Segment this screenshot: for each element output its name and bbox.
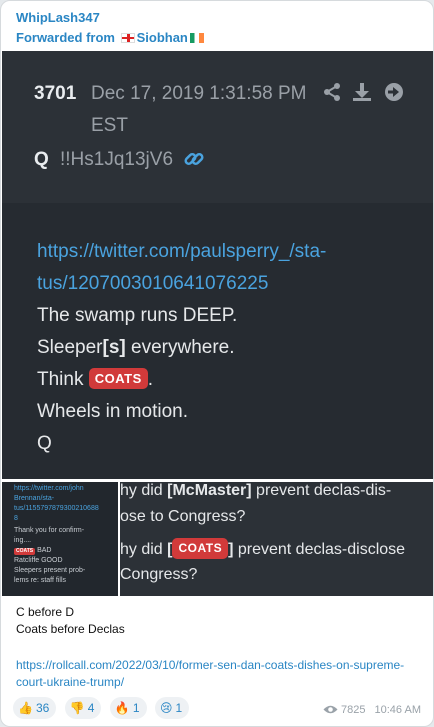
post-number: 3701 [34, 83, 77, 104]
thumbs-up-icon: 👍 [18, 701, 33, 715]
post-line-think: Think COATS. [37, 364, 417, 396]
england-flag-icon [120, 33, 135, 43]
reactions-bar: 👍 36 👎 4 🔥 1 😢 1 [13, 697, 193, 719]
thumb-line-9: Sleepers present prob- [14, 567, 86, 574]
reaction-thumbs-up[interactable]: 👍 36 [13, 697, 57, 719]
second-screenshot-image[interactable]: hy did [McMaster] prevent declas-dis- os… [120, 482, 433, 596]
coats-badge: COATS [88, 368, 148, 389]
message-header: WhipLash347 Forwarded from Siobhan [16, 9, 206, 46]
post-link-line2: tus/1207003010641076225 [37, 273, 269, 294]
forwarded-name: Siobhan [136, 30, 188, 45]
download-icon [353, 83, 371, 101]
eye-icon [323, 705, 338, 714]
mid-line-4: Congress? [120, 566, 198, 583]
mid-l3e: prevent declas-disclose [233, 541, 406, 558]
reaction-thumbs-down[interactable]: 👎 4 [64, 697, 102, 719]
mid-line-2: ose to Congress? [120, 508, 246, 525]
thumb-line-10: lems re: staff fills [14, 577, 66, 584]
sleeper-a: Sleeper [37, 337, 103, 358]
post-line-sleeper: Sleeper[s] everywhere. [37, 332, 417, 364]
view-count: 7825 [340, 704, 366, 716]
caption-line-1: C before D [16, 605, 75, 619]
crying-face-icon: 😢 [159, 701, 173, 715]
think-end: . [147, 369, 154, 390]
message-bubble: WhipLash347 Forwarded from Siobhan 3701 … [0, 0, 434, 727]
post-line-q: Q [37, 433, 52, 454]
post-screenshot-image[interactable]: 3701 Dec 17, 2019 1:31:58 PM EST Q !!Hs1… [2, 51, 433, 479]
message-meta: 7825 10:46 AM [323, 704, 421, 716]
mid-line-1: hy did [McMaster] prevent declas-dis- [120, 482, 391, 500]
thumb-link-2: Brennan/sta- [14, 495, 55, 502]
mid-l3a: hy did [120, 541, 168, 558]
mid-l1b: [McMaster] [167, 482, 252, 499]
thumb-link-1: https://twitter.com/john [14, 485, 84, 492]
post-body: https://twitter.com/paulsperry_/sta- tus… [37, 236, 417, 460]
post-line-swamp: The swamp runs DEEP. [37, 305, 238, 326]
thumbnail-image[interactable]: https://twitter.com/john Brennan/sta- tu… [2, 482, 118, 596]
reaction-count: 1 [175, 701, 183, 715]
link-icon [184, 152, 204, 166]
caption-line-2: Coats before Declas [16, 622, 125, 636]
thumb-line-5: Thank you for confirm- [14, 527, 85, 534]
thumb-line-8: Ratcliffe GOOD [14, 557, 63, 564]
mid-coats-badge: COATS [172, 538, 229, 559]
reaction-count: 4 [87, 701, 95, 715]
think-text: Think [37, 369, 89, 390]
post-timezone: EST [91, 115, 128, 136]
reaction-count: 1 [132, 701, 140, 715]
message-time: 10:46 AM [374, 704, 421, 716]
sleeper-c: everywhere. [125, 337, 235, 358]
post-link-line1: https://twitter.com/paulsperry_/sta- [37, 241, 327, 262]
sender-name[interactable]: WhipLash347 [16, 9, 206, 26]
sleeper-b: [s] [102, 337, 126, 358]
thumbnail-text: https://twitter.com/john Brennan/sta- tu… [14, 484, 114, 586]
thumb-line-6: ing.... [14, 537, 32, 544]
post-line-wheels: Wheels in motion. [37, 401, 189, 422]
reaction-count: 36 [35, 701, 50, 715]
thumbs-down-icon: 👎 [69, 701, 85, 715]
thumb-link-4: 8 [14, 515, 18, 522]
post-header: 3701 Dec 17, 2019 1:31:58 PM EST Q !!Hs1… [2, 51, 433, 203]
fire-icon: 🔥 [114, 701, 130, 715]
thumb-link-3: tus/1155797879300210688 [14, 505, 99, 512]
post-date: Dec 17, 2019 1:31:58 PM [91, 83, 307, 104]
reaction-crying[interactable]: 😢 1 [154, 697, 190, 719]
mid-line-3: hy did [COATS] prevent declas-disclose [120, 538, 405, 559]
thumb-line-7: BAD [35, 547, 52, 554]
ireland-flag-icon [189, 33, 204, 43]
thumb-coats-badge: COATS [14, 548, 36, 555]
reaction-fire[interactable]: 🔥 1 [109, 697, 147, 719]
message-link[interactable]: https://rollcall.com/2022/03/10/former-s… [16, 657, 416, 691]
arrow-right-icon [385, 83, 403, 101]
mid-l1a: hy did [120, 482, 168, 499]
post-link[interactable]: https://twitter.com/paulsperry_/sta- tus… [37, 236, 417, 300]
thumb-line-coats: COATS BAD [14, 546, 114, 556]
message-caption: C before D Coats before Declas [16, 604, 125, 638]
post-tripcode: !!Hs1Jq13jV6 [60, 149, 174, 170]
post-author: Q [34, 149, 49, 170]
mid-l1c: prevent declas-dis- [251, 482, 392, 499]
share-icon [324, 83, 340, 101]
forwarded-from[interactable]: Forwarded from Siobhan [16, 29, 206, 46]
forwarded-prefix: Forwarded from [16, 30, 115, 45]
